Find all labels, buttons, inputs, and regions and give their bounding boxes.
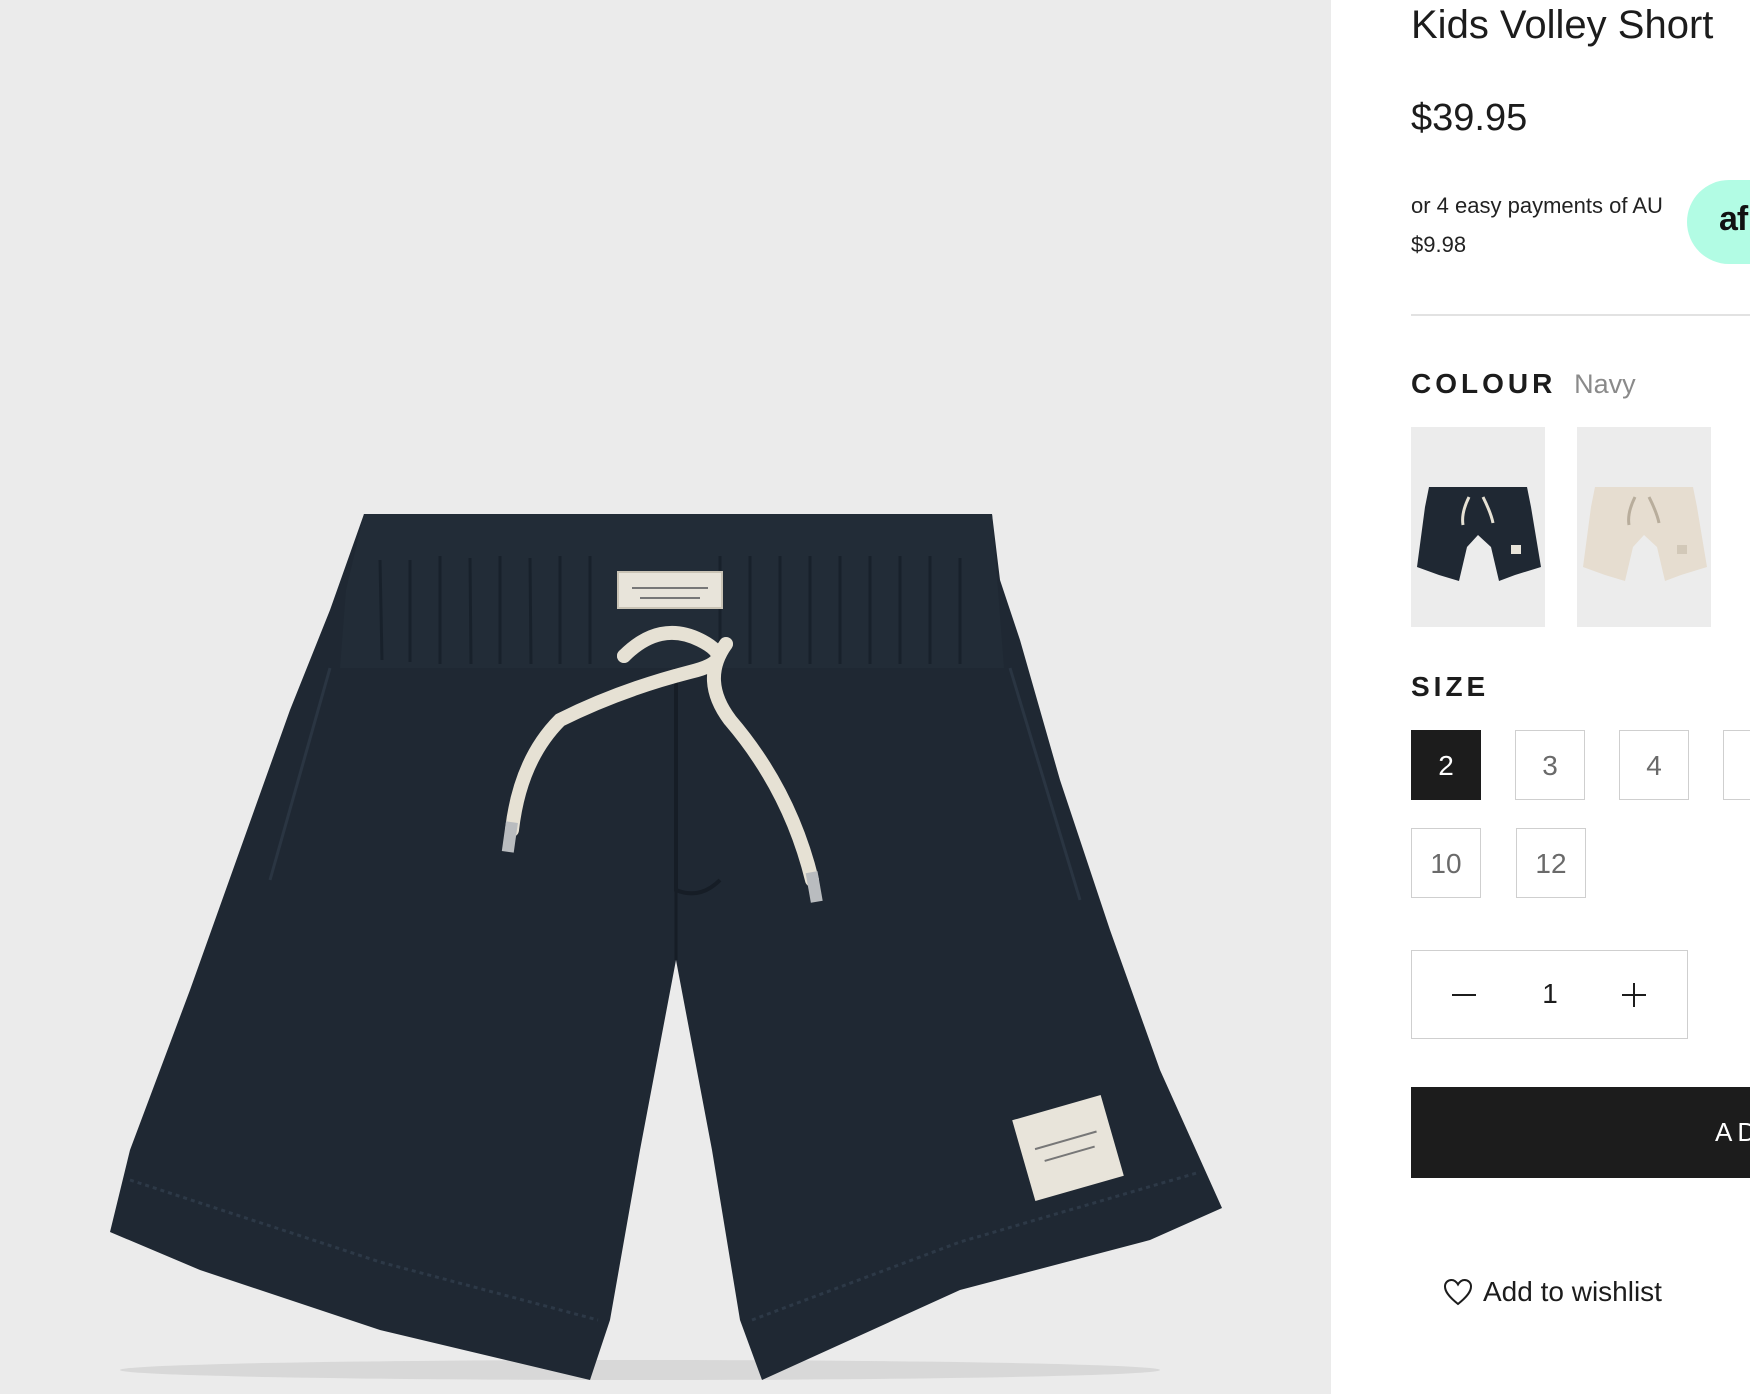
- section-divider: [1411, 314, 1750, 316]
- colour-option-label: COLOUR Navy: [1411, 368, 1636, 400]
- selected-colour-name: Navy: [1574, 369, 1636, 399]
- colour-swatch-sand[interactable]: [1577, 427, 1711, 627]
- afterpay-badge[interactable]: af: [1687, 180, 1750, 264]
- product-info-panel: Kids Volley Short $39.95 or 4 easy payme…: [1331, 0, 1750, 1394]
- add-to-cart-label: AD: [1715, 1117, 1750, 1147]
- heart-icon: [1443, 1278, 1473, 1306]
- size-label-text: SIZE: [1411, 671, 1490, 702]
- product-price: $39.95: [1411, 97, 1528, 139]
- swatch-image-navy: [1417, 487, 1541, 581]
- size-option-12[interactable]: 12: [1516, 828, 1586, 898]
- product-image-gallery: [0, 0, 1331, 1394]
- add-to-wishlist-button[interactable]: Add to wishlist: [1443, 1272, 1662, 1312]
- add-to-cart-button[interactable]: AD: [1411, 1087, 1750, 1178]
- size-option-partial[interactable]: [1723, 730, 1750, 800]
- quantity-increase-button[interactable]: [1612, 973, 1656, 1017]
- quantity-value[interactable]: 1: [1520, 951, 1580, 1037]
- quantity-stepper: 1: [1411, 950, 1688, 1039]
- size-option-2[interactable]: 2: [1411, 730, 1481, 800]
- afterpay-installments-text: or 4 easy payments of AU $9.98: [1411, 193, 1663, 257]
- product-title: Kids Volley Short: [1411, 3, 1714, 47]
- size-option-3[interactable]: 3: [1515, 730, 1585, 800]
- colour-label-text: COLOUR: [1411, 368, 1557, 399]
- afterpay-logo-text: af: [1719, 200, 1748, 238]
- swatch-image-sand: [1583, 487, 1707, 581]
- size-option-4[interactable]: 4: [1619, 730, 1689, 800]
- wishlist-label: Add to wishlist: [1483, 1276, 1662, 1307]
- size-option-10[interactable]: 10: [1411, 828, 1481, 898]
- colour-swatch-navy[interactable]: [1411, 427, 1545, 627]
- quantity-decrease-button[interactable]: [1442, 973, 1486, 1017]
- product-photo-navy-shorts: [110, 514, 1222, 1380]
- size-option-label: SIZE: [1411, 671, 1489, 703]
